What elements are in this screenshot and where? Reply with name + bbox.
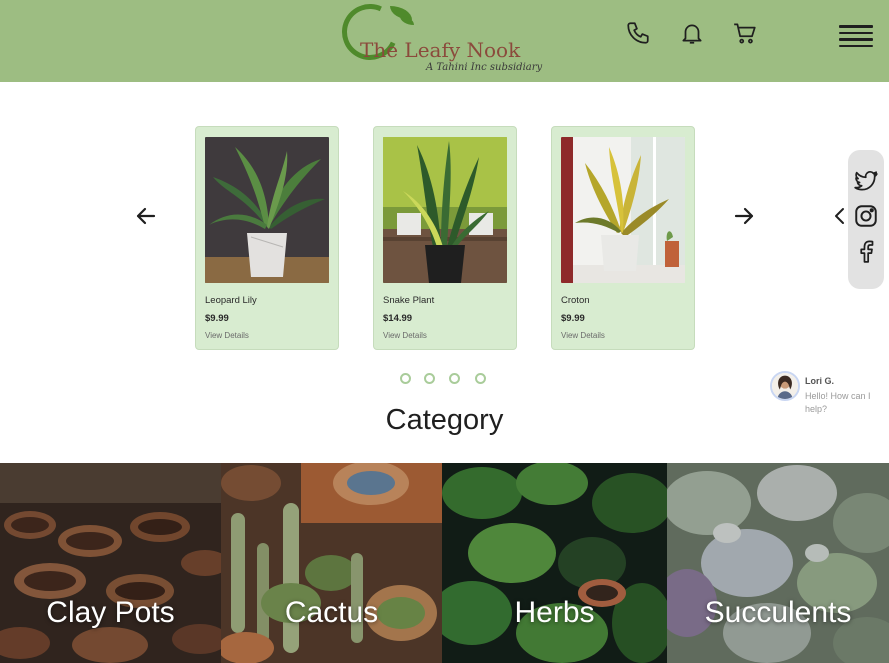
category-label: Herbs: [514, 596, 595, 629]
brand-tagline: A Tahini Inc subsidiary: [426, 62, 543, 73]
category-heading: Category: [385, 404, 504, 436]
product-price: $9.99: [205, 313, 229, 324]
carousel-dot[interactable]: [400, 373, 411, 384]
product-price: $14.99: [383, 313, 413, 324]
product-name: Croton: [561, 295, 590, 306]
header-bar: The Leafy Nook A Tahini Inc subsidiary: [0, 0, 889, 82]
product-image[interactable]: [383, 137, 507, 283]
category-tile-clay-pots[interactable]: Clay Pots: [0, 463, 221, 663]
social-sidebar: [848, 150, 884, 289]
product-card[interactable]: Leopard Lily $9.99 View Details: [195, 126, 339, 350]
carousel-dot[interactable]: [424, 373, 435, 384]
view-details-link[interactable]: View Details: [205, 331, 249, 340]
category-label: Cactus: [284, 596, 379, 629]
product-card[interactable]: Croton $9.99 View Details: [551, 126, 695, 350]
view-details-link[interactable]: View Details: [383, 331, 427, 340]
carousel-next-arrow-icon[interactable]: [732, 204, 756, 228]
brand-name: The Leafy Nook: [360, 38, 521, 62]
chat-agent-name: Lori G.: [805, 376, 834, 386]
facebook-icon[interactable]: [853, 238, 879, 264]
chat-avatar[interactable]: [770, 371, 800, 401]
category-tile-herbs[interactable]: Herbs: [442, 463, 667, 663]
social-collapse-chevron-icon[interactable]: [832, 207, 848, 225]
cart-icon[interactable]: [732, 20, 758, 46]
bell-icon[interactable]: [679, 20, 705, 46]
twitter-icon[interactable]: [853, 168, 879, 194]
product-image[interactable]: [205, 137, 329, 283]
carousel-dot[interactable]: [449, 373, 460, 384]
carousel-prev-arrow-icon[interactable]: [134, 204, 158, 228]
category-tile-cactus[interactable]: Cactus: [221, 463, 442, 663]
instagram-icon[interactable]: [853, 203, 879, 229]
phone-icon[interactable]: [625, 20, 651, 46]
product-image[interactable]: [561, 137, 685, 283]
carousel-dot[interactable]: [475, 373, 486, 384]
carousel-dots: [400, 373, 496, 385]
product-price: $9.99: [561, 313, 585, 324]
logo-leaf-icon: [400, 16, 414, 25]
category-label: Succulents: [704, 596, 852, 629]
menu-icon[interactable]: [839, 25, 873, 47]
category-label: Clay Pots: [46, 596, 175, 629]
product-name: Leopard Lily: [205, 295, 257, 306]
view-details-link[interactable]: View Details: [561, 331, 605, 340]
product-name: Snake Plant: [383, 295, 435, 306]
brand-logo[interactable]: The Leafy Nook A Tahini Inc subsidiary: [334, 0, 542, 80]
product-card[interactable]: Snake Plant $14.99 View Details: [373, 126, 517, 350]
category-tile-succulents[interactable]: Succulents: [667, 463, 889, 663]
